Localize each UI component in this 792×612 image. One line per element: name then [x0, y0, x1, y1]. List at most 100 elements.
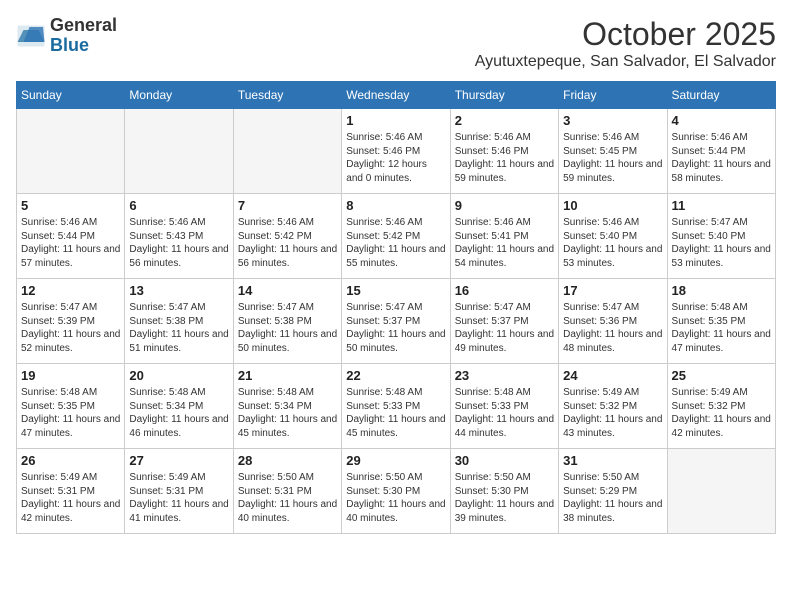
weekday-header: Friday: [559, 82, 667, 109]
title-section: October 2025 Ayutuxtepeque, San Salvador…: [475, 16, 776, 71]
weekday-header: Saturday: [667, 82, 775, 109]
day-number: 19: [21, 368, 120, 383]
day-number: 4: [672, 113, 771, 128]
day-info: Sunrise: 5:46 AMSunset: 5:42 PMDaylight:…: [346, 216, 445, 270]
calendar-cell: 17 Sunrise: 5:47 AMSunset: 5:36 PMDayligh…: [559, 279, 667, 364]
day-info: Sunrise: 5:46 AMSunset: 5:40 PMDaylight:…: [563, 216, 662, 270]
calendar-cell: 9 Sunrise: 5:46 AMSunset: 5:41 PMDaylight…: [450, 194, 558, 279]
calendar-cell: 2 Sunrise: 5:46 AMSunset: 5:46 PMDaylight…: [450, 109, 558, 194]
day-info: Sunrise: 5:46 AMSunset: 5:42 PMDaylight:…: [238, 216, 337, 270]
day-number: 2: [455, 113, 554, 128]
day-info: Sunrise: 5:47 AMSunset: 5:39 PMDaylight:…: [21, 301, 120, 355]
weekday-header: Monday: [125, 82, 233, 109]
calendar-cell: 18 Sunrise: 5:48 AMSunset: 5:35 PMDayligh…: [667, 279, 775, 364]
calendar-cell: 14 Sunrise: 5:47 AMSunset: 5:38 PMDayligh…: [233, 279, 341, 364]
day-info: Sunrise: 5:47 AMSunset: 5:40 PMDaylight:…: [672, 216, 771, 270]
calendar-cell: 23 Sunrise: 5:48 AMSunset: 5:33 PMDayligh…: [450, 364, 558, 449]
day-number: 26: [21, 453, 120, 468]
day-number: 28: [238, 453, 337, 468]
day-info: Sunrise: 5:47 AMSunset: 5:38 PMDaylight:…: [129, 301, 228, 355]
calendar-table: SundayMondayTuesdayWednesdayThursdayFrid…: [16, 81, 776, 534]
day-number: 10: [563, 198, 662, 213]
calendar-cell: [667, 449, 775, 534]
weekday-header: Wednesday: [342, 82, 450, 109]
day-info: Sunrise: 5:46 AMSunset: 5:46 PMDaylight:…: [455, 131, 554, 185]
calendar-week-row: 12 Sunrise: 5:47 AMSunset: 5:39 PMDayligh…: [17, 279, 776, 364]
calendar-cell: 31 Sunrise: 5:50 AMSunset: 5:29 PMDayligh…: [559, 449, 667, 534]
day-number: 18: [672, 283, 771, 298]
calendar-cell: 7 Sunrise: 5:46 AMSunset: 5:42 PMDaylight…: [233, 194, 341, 279]
day-info: Sunrise: 5:50 AMSunset: 5:30 PMDaylight:…: [455, 471, 554, 525]
day-info: Sunrise: 5:50 AMSunset: 5:30 PMDaylight:…: [346, 471, 445, 525]
calendar-cell: 26Sunrise: 5:49 AMSunset: 5:31 PMDayligh…: [17, 449, 125, 534]
weekday-header-row: SundayMondayTuesdayWednesdayThursdayFrid…: [17, 82, 776, 109]
calendar-cell: 30 Sunrise: 5:50 AMSunset: 5:30 PMDayligh…: [450, 449, 558, 534]
calendar-cell: [17, 109, 125, 194]
day-info: Sunrise: 5:46 AMSunset: 5:41 PMDaylight:…: [455, 216, 554, 270]
weekday-header: Thursday: [450, 82, 558, 109]
day-number: 30: [455, 453, 554, 468]
day-info: Sunrise: 5:50 AMSunset: 5:31 PMDaylight:…: [238, 471, 337, 525]
day-number: 11: [672, 198, 771, 213]
day-number: 7: [238, 198, 337, 213]
calendar-cell: 5 Sunrise: 5:46 AMSunset: 5:44 PMDaylight…: [17, 194, 125, 279]
day-number: 6: [129, 198, 228, 213]
day-info: Sunrise: 5:49 AMSunset: 5:32 PMDaylight:…: [563, 386, 662, 440]
logo: General Blue: [16, 16, 117, 56]
day-number: 31: [563, 453, 662, 468]
day-number: 23: [455, 368, 554, 383]
day-number: 21: [238, 368, 337, 383]
day-info: Sunrise: 5:46 AMSunset: 5:43 PMDaylight:…: [129, 216, 228, 270]
calendar-cell: [233, 109, 341, 194]
day-number: 14: [238, 283, 337, 298]
calendar-cell: 10 Sunrise: 5:46 AMSunset: 5:40 PMDayligh…: [559, 194, 667, 279]
calendar-cell: 21 Sunrise: 5:48 AMSunset: 5:34 PMDayligh…: [233, 364, 341, 449]
calendar-cell: 1Sunrise: 5:46 AMSunset: 5:46 PMDaylight…: [342, 109, 450, 194]
calendar-cell: [125, 109, 233, 194]
weekday-header: Tuesday: [233, 82, 341, 109]
calendar-week-row: 5 Sunrise: 5:46 AMSunset: 5:44 PMDaylight…: [17, 194, 776, 279]
day-number: 25: [672, 368, 771, 383]
calendar-cell: 24 Sunrise: 5:49 AMSunset: 5:32 PMDayligh…: [559, 364, 667, 449]
day-info: Sunrise: 5:48 AMSunset: 5:35 PMDaylight:…: [672, 301, 771, 355]
day-number: 24: [563, 368, 662, 383]
day-info: Sunrise: 5:46 AMSunset: 5:45 PMDaylight:…: [563, 131, 662, 185]
day-info: Sunrise: 5:47 AMSunset: 5:38 PMDaylight:…: [238, 301, 337, 355]
day-info: Sunrise: 5:48 AMSunset: 5:35 PMDaylight:…: [21, 386, 120, 440]
day-number: 22: [346, 368, 445, 383]
day-number: 17: [563, 283, 662, 298]
day-info: Sunrise: 5:46 AMSunset: 5:44 PMDaylight:…: [21, 216, 120, 270]
day-number: 15: [346, 283, 445, 298]
calendar-cell: 3 Sunrise: 5:46 AMSunset: 5:45 PMDaylight…: [559, 109, 667, 194]
day-info: Sunrise: 5:48 AMSunset: 5:33 PMDaylight:…: [455, 386, 554, 440]
day-number: 9: [455, 198, 554, 213]
calendar-cell: 11 Sunrise: 5:47 AMSunset: 5:40 PMDayligh…: [667, 194, 775, 279]
day-info: Sunrise: 5:50 AMSunset: 5:29 PMDaylight:…: [563, 471, 662, 525]
day-number: 20: [129, 368, 228, 383]
logo-text: General Blue: [50, 16, 117, 56]
calendar-week-row: 26 Sunrise: 5:49 AMSunset: 5:31 PMDayligh…: [17, 449, 776, 534]
day-number: 27: [129, 453, 228, 468]
day-info: Sunrise: 5:47 AMSunset: 5:36 PMDaylight:…: [563, 301, 662, 355]
calendar-cell: 22Sunrise: 5:48 AMSunset: 5:33 PMDayligh…: [342, 364, 450, 449]
calendar-cell: 12 Sunrise: 5:47 AMSunset: 5:39 PMDayligh…: [17, 279, 125, 364]
calendar-cell: 8Sunrise: 5:46 AMSunset: 5:42 PMDaylight…: [342, 194, 450, 279]
day-info: Sunrise: 5:49 AMSunset: 5:31 PMDaylight:…: [129, 471, 228, 525]
day-number: 3: [563, 113, 662, 128]
month-title: October 2025: [475, 16, 776, 53]
calendar-cell: 19 Sunrise: 5:48 AMSunset: 5:35 PMDayligh…: [17, 364, 125, 449]
day-number: 12: [21, 283, 120, 298]
day-number: 1: [346, 113, 445, 128]
day-number: 16: [455, 283, 554, 298]
calendar-cell: 28 Sunrise: 5:50 AMSunset: 5:31 PMDayligh…: [233, 449, 341, 534]
calendar-cell: 6 Sunrise: 5:46 AMSunset: 5:43 PMDaylight…: [125, 194, 233, 279]
calendar-cell: 15Sunrise: 5:47 AMSunset: 5:37 PMDayligh…: [342, 279, 450, 364]
location-title: Ayutuxtepeque, San Salvador, El Salvador: [475, 53, 776, 71]
calendar-cell: 29Sunrise: 5:50 AMSunset: 5:30 PMDayligh…: [342, 449, 450, 534]
day-info: Sunrise: 5:46 AMSunset: 5:44 PMDaylight:…: [672, 131, 771, 185]
calendar-week-row: 19 Sunrise: 5:48 AMSunset: 5:35 PMDayligh…: [17, 364, 776, 449]
day-info: Sunrise: 5:48 AMSunset: 5:34 PMDaylight:…: [238, 386, 337, 440]
logo-line2: Blue: [50, 36, 117, 56]
calendar-cell: 16Sunrise: 5:47 AMSunset: 5:37 PMDayligh…: [450, 279, 558, 364]
day-number: 5: [21, 198, 120, 213]
